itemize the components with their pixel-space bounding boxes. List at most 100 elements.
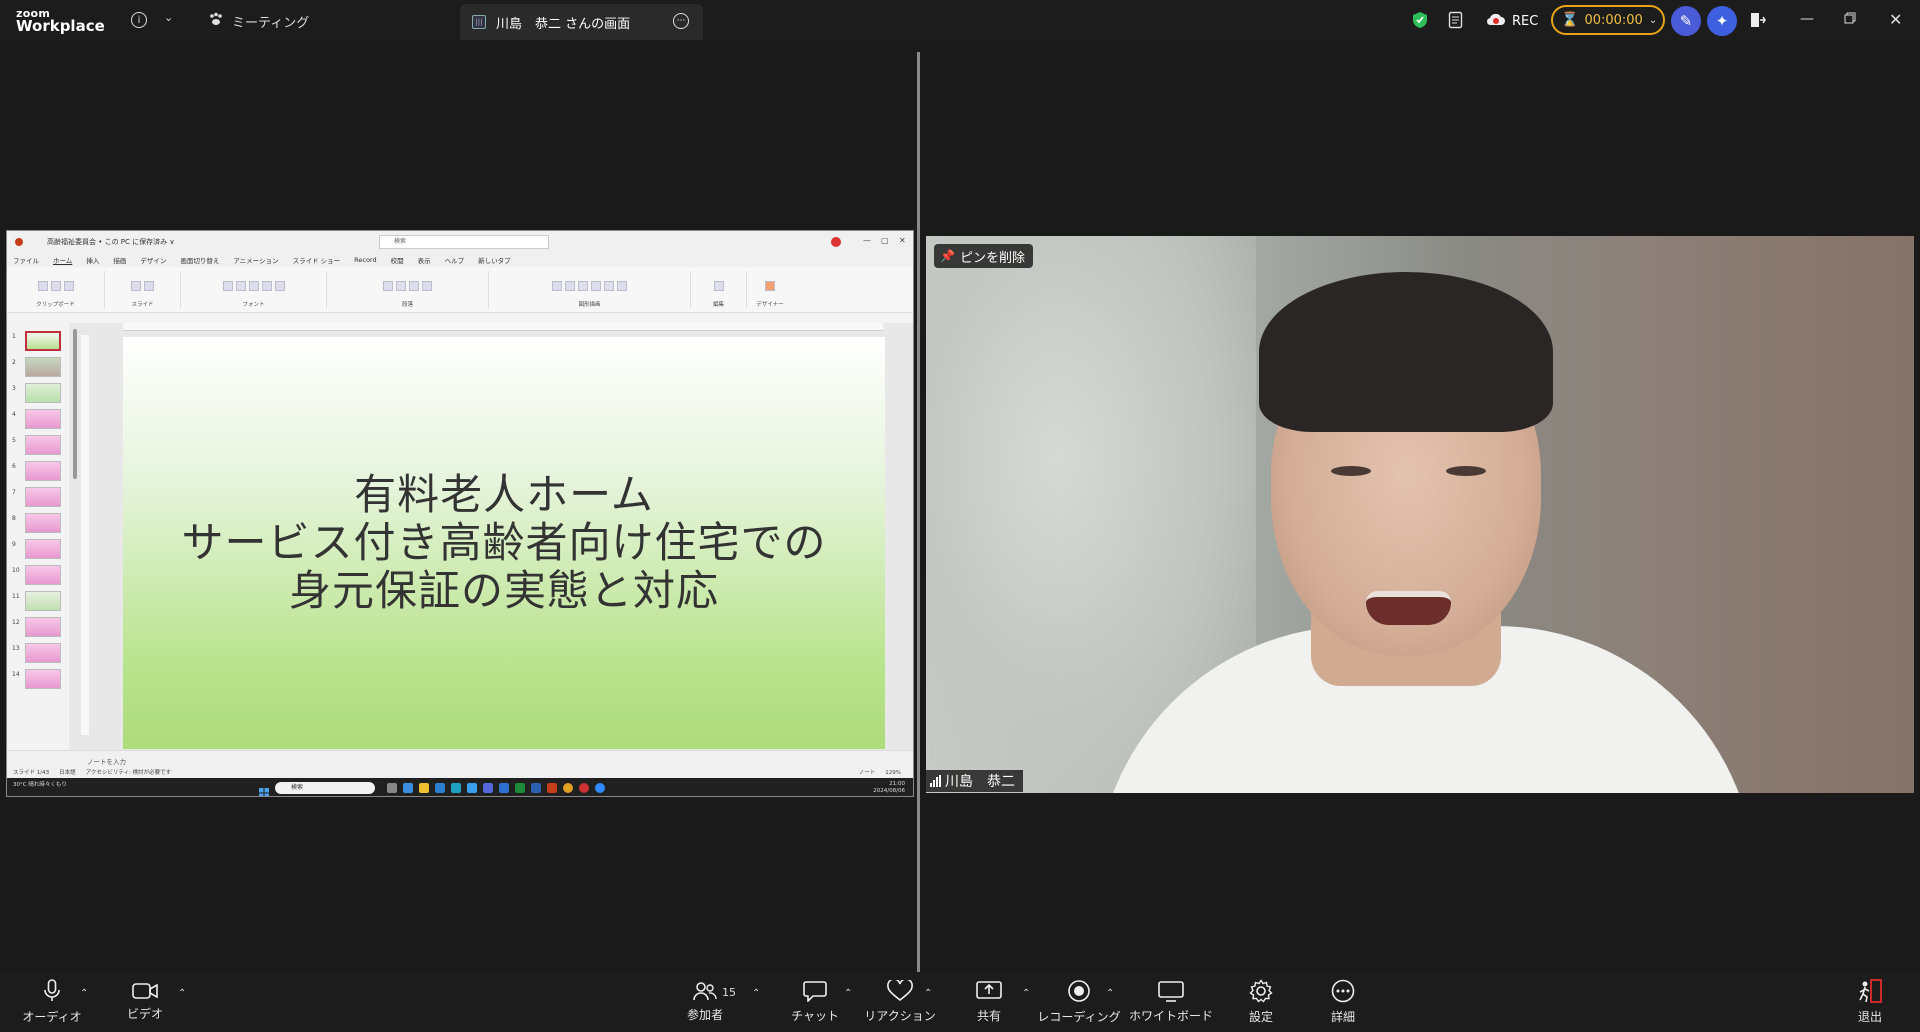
slide-thumbnail[interactable] xyxy=(25,617,61,637)
pp-menu-design[interactable]: デザイン xyxy=(140,255,166,265)
windows-start-icon[interactable] xyxy=(259,783,269,796)
taskbar-search[interactable]: 検索 xyxy=(275,782,375,794)
pp-restore-icon[interactable]: ▢ xyxy=(881,236,889,245)
audio-options-caret-icon[interactable]: ⌃ xyxy=(80,988,88,999)
taskbar-app-icon[interactable] xyxy=(579,783,589,793)
taskbar-app-icon[interactable] xyxy=(435,783,445,793)
shared-screen-tab[interactable]: ||| 川島 恭二 さんの画面 ··· xyxy=(460,4,703,40)
more-button[interactable]: 詳細 xyxy=(1320,972,1366,1032)
ai-companion-sparkle-icon[interactable]: ✦ xyxy=(1707,6,1737,36)
pp-minimize-icon[interactable]: — xyxy=(863,236,871,245)
taskbar-app-icon[interactable] xyxy=(387,783,397,793)
slide-thumbnail-pane[interactable]: 1 2 3 4 5 6 7 8 9 10 11 12 13 14 xyxy=(7,323,69,750)
pp-menu-newtab[interactable]: 新しいタブ xyxy=(478,255,511,265)
reactions-options-caret-icon[interactable]: ⌃ xyxy=(924,988,932,999)
taskbar-app-icon[interactable] xyxy=(595,783,605,793)
pp-menu-file[interactable]: ファイル xyxy=(13,255,39,265)
info-icon[interactable]: i xyxy=(131,12,147,28)
meeting-tab[interactable]: ミーティング xyxy=(208,11,309,31)
share-button[interactable]: 共有 xyxy=(966,972,1012,1032)
reactions-button[interactable]: リアクション xyxy=(864,972,936,1032)
recording-button[interactable]: レコーディング xyxy=(1037,972,1121,1032)
unpin-button[interactable]: 📌 ピンを削除 xyxy=(934,244,1033,268)
participants-button[interactable]: 参加者 xyxy=(682,972,728,1032)
taskbar-app-icon[interactable] xyxy=(531,783,541,793)
pp-avatar[interactable] xyxy=(831,237,841,247)
more-options-icon[interactable]: ··· xyxy=(673,13,689,29)
slide-thumbnail[interactable] xyxy=(25,539,61,559)
taskbar-app-icon[interactable] xyxy=(499,783,509,793)
chat-button[interactable]: チャット xyxy=(791,972,839,1032)
current-slide[interactable]: 有料老人ホーム サービス付き高齢者向け住宅での 身元保証の実態と対応 xyxy=(123,337,885,749)
taskbar-app-icon[interactable] xyxy=(547,783,557,793)
pp-menu-review[interactable]: 校閲 xyxy=(391,255,404,265)
slide-thumbnail[interactable] xyxy=(25,461,61,481)
recording-options-caret-icon[interactable]: ⌃ xyxy=(1106,988,1114,999)
video-button[interactable]: ビデオ xyxy=(120,972,170,1032)
slide-thumbnail[interactable] xyxy=(25,409,61,429)
status-accessibility[interactable]: アクセシビリティ: 検討が必要です xyxy=(86,768,172,778)
taskbar-app-icon[interactable] xyxy=(515,783,525,793)
ribbon-group-slides: スライド xyxy=(111,271,181,308)
slide-thumbnail[interactable] xyxy=(25,591,61,611)
taskbar-app-icon[interactable] xyxy=(483,783,493,793)
close-icon[interactable]: ✕ xyxy=(1889,10,1902,29)
thumb-number: 6 xyxy=(12,463,16,470)
settings-button[interactable]: 設定 xyxy=(1238,972,1284,1032)
minimize-icon[interactable]: — xyxy=(1800,11,1814,27)
whiteboard-button[interactable]: ホワイトボード xyxy=(1129,972,1213,1032)
slide-thumbnail[interactable] xyxy=(25,331,61,351)
taskbar-app-icon[interactable] xyxy=(403,783,413,793)
slide-thumbnail[interactable] xyxy=(25,487,61,507)
participants-options-caret-icon[interactable]: ⌃ xyxy=(752,988,760,999)
whiteboard-icon xyxy=(1158,981,1184,1002)
ai-companion-edit-icon[interactable]: ✎ xyxy=(1671,6,1701,36)
slide-thumbnail[interactable] xyxy=(25,357,61,377)
status-zoom[interactable]: 129% xyxy=(885,768,901,778)
pp-menu-view[interactable]: 表示 xyxy=(418,255,431,265)
chat-options-caret-icon[interactable]: ⌃ xyxy=(844,988,852,999)
status-language: 日本語 xyxy=(59,770,76,776)
shared-powerpoint-window[interactable]: 高齢福祉委員会 • この PC に保存済み ∨ 検索 — ▢ ✕ ファイル ホー… xyxy=(6,230,914,797)
leave-side-icon[interactable] xyxy=(1750,12,1766,28)
notes-icon[interactable] xyxy=(1448,11,1464,29)
taskbar-app-icon[interactable] xyxy=(419,783,429,793)
encryption-shield-icon[interactable] xyxy=(1412,11,1428,29)
thumb-scrollbar[interactable] xyxy=(73,329,77,479)
split-view-divider[interactable] xyxy=(917,52,920,972)
video-options-caret-icon[interactable]: ⌃ xyxy=(178,988,186,999)
pp-title-bar: 高齢福祉委員会 • この PC に保存済み ∨ 検索 — ▢ ✕ xyxy=(7,231,913,253)
status-notes-button[interactable]: ノート xyxy=(859,768,876,778)
slide-thumbnail[interactable] xyxy=(25,565,61,585)
pp-menu-insert[interactable]: 挿入 xyxy=(86,255,99,265)
pp-search-box[interactable]: 検索 xyxy=(379,235,549,249)
taskbar-app-icon[interactable] xyxy=(563,783,573,793)
pp-menu-slideshow[interactable]: スライド ショー xyxy=(293,255,341,265)
chevron-down-icon[interactable]: ⌄ xyxy=(164,11,173,24)
slide-thumbnail[interactable] xyxy=(25,643,61,663)
slide-thumbnail[interactable] xyxy=(25,669,61,689)
slide-thumbnail[interactable] xyxy=(25,435,61,455)
taskbar-clock[interactable]: 21:00 2024/08/06 xyxy=(873,781,905,795)
taskbar-app-icon[interactable] xyxy=(467,783,477,793)
leave-button[interactable]: 退出 xyxy=(1850,972,1890,1032)
restore-icon[interactable] xyxy=(1844,12,1856,24)
audio-button[interactable]: オーディオ xyxy=(22,972,82,1032)
pp-close-icon[interactable]: ✕ xyxy=(899,236,906,245)
slide-thumbnail[interactable] xyxy=(25,513,61,533)
share-label: 共有 xyxy=(976,1009,1001,1023)
pp-menu-animations[interactable]: アニメーション xyxy=(233,255,278,265)
taskbar-app-icon[interactable] xyxy=(451,783,461,793)
meeting-timer[interactable]: ⌛ 00:00:00 ⌄ xyxy=(1551,5,1665,35)
pp-menu-transitions[interactable]: 画面切り替え xyxy=(180,255,219,265)
share-options-caret-icon[interactable]: ⌃ xyxy=(1022,988,1030,999)
pp-menu-home[interactable]: ホーム xyxy=(53,255,72,265)
taskbar-weather[interactable]: 30°C 晴れ時々くもり xyxy=(13,782,73,788)
pp-menu-draw[interactable]: 描画 xyxy=(113,255,126,265)
slide-thumbnail[interactable] xyxy=(25,383,61,403)
cloud-recording-indicator[interactable]: REC xyxy=(1486,12,1538,30)
pp-notes-pane[interactable]: ノートを入力 xyxy=(7,750,913,768)
participant-video[interactable] xyxy=(926,236,1914,793)
pp-menu-help[interactable]: ヘルプ xyxy=(445,255,465,265)
pp-menu-record[interactable]: Record xyxy=(354,256,376,264)
